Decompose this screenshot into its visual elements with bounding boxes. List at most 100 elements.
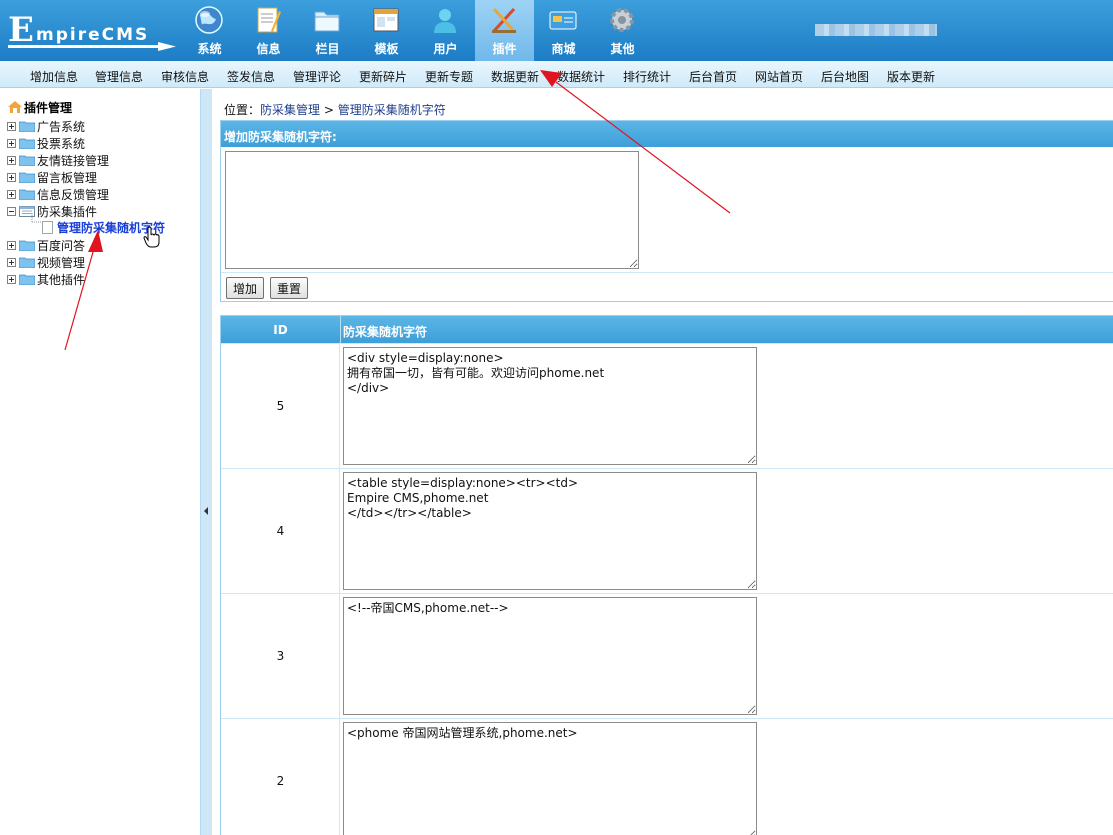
chars-textarea[interactable]: <table style=display:none><tr><td> Empir… (343, 472, 757, 590)
nav-plugin[interactable]: 插件 (475, 0, 534, 61)
expand-icon[interactable] (7, 190, 16, 199)
breadcrumb: 位置：防采集管理 > 管理防采集随机字符 (224, 101, 446, 118)
chars-textarea[interactable]: <div style=display:none> 拥有帝国一切，皆有可能。欢迎访… (343, 347, 757, 465)
folder-icon (19, 155, 35, 166)
tree-title-text: 插件管理 (24, 101, 73, 115)
tree-node-guestbook[interactable]: 留言板管理 (7, 169, 97, 185)
tree-connector-lines (31, 213, 42, 223)
id-cell: 2 (221, 719, 340, 835)
reset-button[interactable]: 重置 (270, 277, 309, 299)
tree-node-label: 百度问答 (37, 239, 86, 253)
main-nav: 系统 信息 栏目 模板 用户 插件 商城 其他 (180, 0, 652, 61)
folder-icon (314, 11, 340, 32)
tree-node-label: 友情链接管理 (37, 154, 110, 168)
nav-shop-label: 商城 (551, 42, 576, 56)
gear-icon (610, 8, 634, 32)
nav-plugin-label: 插件 (492, 42, 517, 56)
add-button[interactable]: 增加 (226, 277, 265, 299)
panel-splitter[interactable] (200, 89, 212, 835)
app-window: E mpireCMS 系统 信息 栏目 模板 用户 插件 商城 其他 增加信息 … (0, 0, 1113, 835)
submenu-update-topics[interactable]: 更新专题 (425, 68, 473, 85)
tree-title: 插件管理 (8, 99, 72, 116)
chars-textarea[interactable]: <phome 帝国网站管理系统,phome.net> (343, 722, 757, 835)
nav-system[interactable]: 系统 (180, 0, 239, 61)
row-id: 3 (276, 649, 285, 663)
column-header-chars: 防采集随机字符 (343, 325, 428, 339)
expand-icon[interactable] (7, 139, 16, 148)
tree-node-other-plugins[interactable]: 其他插件 (7, 271, 85, 287)
expand-icon[interactable] (7, 122, 16, 131)
expand-icon[interactable] (7, 275, 16, 284)
top-header: E mpireCMS 系统 信息 栏目 模板 用户 插件 商城 其他 (0, 0, 1113, 61)
add-chars-textarea[interactable] (225, 151, 639, 269)
tree-node-vote-system[interactable]: 投票系统 (7, 135, 85, 151)
nav-system-label: 系统 (197, 42, 222, 56)
tree-node-baidu-qa[interactable]: 百度问答 (7, 237, 85, 253)
tree-node-label: 视频管理 (37, 256, 86, 270)
user-icon (434, 9, 456, 33)
submenu-data-update[interactable]: 数据更新 (491, 68, 539, 85)
tree-node-ad-system[interactable]: 广告系统 (7, 118, 85, 134)
nav-other[interactable]: 其他 (593, 0, 652, 61)
tree-node-label: 信息反馈管理 (37, 188, 110, 202)
tree-node-label: 投票系统 (37, 137, 86, 151)
nav-other-label: 其他 (610, 42, 635, 56)
submenu-admin-map[interactable]: 后台地图 (821, 68, 869, 85)
globe-icon (195, 6, 223, 34)
logo-arrow-icon (8, 42, 176, 51)
expand-icon[interactable] (7, 156, 16, 165)
tree-node-feedback[interactable]: 信息反馈管理 (7, 186, 109, 202)
nav-info-label: 信息 (256, 42, 281, 56)
submenu-rank-stats[interactable]: 排行统计 (623, 68, 671, 85)
home-icon (8, 101, 22, 113)
tree-node-friend-links[interactable]: 友情链接管理 (7, 152, 109, 168)
nav-info[interactable]: 信息 (239, 0, 298, 61)
folder-icon (19, 189, 35, 200)
sub-menu: 增加信息 管理信息 审核信息 签发信息 管理评论 更新碎片 更新专题 数据更新 … (0, 61, 1113, 88)
plugin-tools-icon (492, 7, 516, 33)
column-divider (340, 316, 341, 343)
folder-icon (19, 240, 35, 251)
hand-cursor-icon (143, 226, 160, 248)
tree-node-label: 留言板管理 (37, 171, 98, 185)
breadcrumb-separator: > (320, 103, 338, 117)
table-row: 4 <table style=display:none><tr><td> Emp… (221, 468, 1113, 593)
chars-list-table: ID 防采集随机字符 5 <div style=display:none> 拥有… (220, 315, 1113, 835)
folder-icon (19, 274, 35, 285)
nav-column-label: 栏目 (315, 42, 340, 56)
empirecms-logo[interactable]: E mpireCMS (8, 10, 176, 52)
submenu-review-info[interactable]: 审核信息 (161, 68, 209, 85)
id-cell: 3 (221, 594, 340, 718)
collapse-arrow-icon[interactable] (204, 507, 208, 515)
nav-template[interactable]: 模板 (357, 0, 416, 61)
folder-icon (19, 172, 35, 183)
breadcrumb-link-manage-chars[interactable]: 管理防采集随机字符 (338, 103, 446, 117)
nav-column[interactable]: 栏目 (298, 0, 357, 61)
submenu-sign-info[interactable]: 签发信息 (227, 68, 275, 85)
folder-icon (19, 138, 35, 149)
nav-user[interactable]: 用户 (416, 0, 475, 61)
row-id: 5 (276, 399, 285, 413)
breadcrumb-link-anti-collect[interactable]: 防采集管理 (260, 103, 320, 117)
submenu-version-update[interactable]: 版本更新 (887, 68, 935, 85)
chars-textarea[interactable]: <!--帝国CMS,phome.net--> (343, 597, 757, 715)
nav-shop[interactable]: 商城 (534, 0, 593, 61)
left-tree-panel: 插件管理 广告系统 投票系统 友情链接管理 留言板管理 信息反馈管理 防采集插件… (0, 89, 200, 835)
submenu-data-stats[interactable]: 数据统计 (557, 68, 605, 85)
tree-node-video[interactable]: 视频管理 (7, 254, 85, 270)
submenu-update-fragments[interactable]: 更新碎片 (359, 68, 407, 85)
folder-icon (19, 257, 35, 268)
submenu-manage-info[interactable]: 管理信息 (95, 68, 143, 85)
window-icon (373, 8, 399, 32)
submenu-add-info[interactable]: 增加信息 (30, 68, 78, 85)
expand-icon[interactable] (7, 173, 16, 182)
submenu-admin-home[interactable]: 后台首页 (689, 68, 737, 85)
table-row: 5 <div style=display:none> 拥有帝国一切，皆有可能。欢… (221, 343, 1113, 468)
expand-icon[interactable] (7, 258, 16, 267)
id-cell: 5 (221, 344, 340, 468)
expand-icon[interactable] (7, 241, 16, 250)
submenu-manage-comments[interactable]: 管理评论 (293, 68, 341, 85)
table-header: ID 防采集随机字符 (221, 316, 1113, 343)
submenu-site-home[interactable]: 网站首页 (755, 68, 803, 85)
row-id: 2 (276, 774, 285, 788)
